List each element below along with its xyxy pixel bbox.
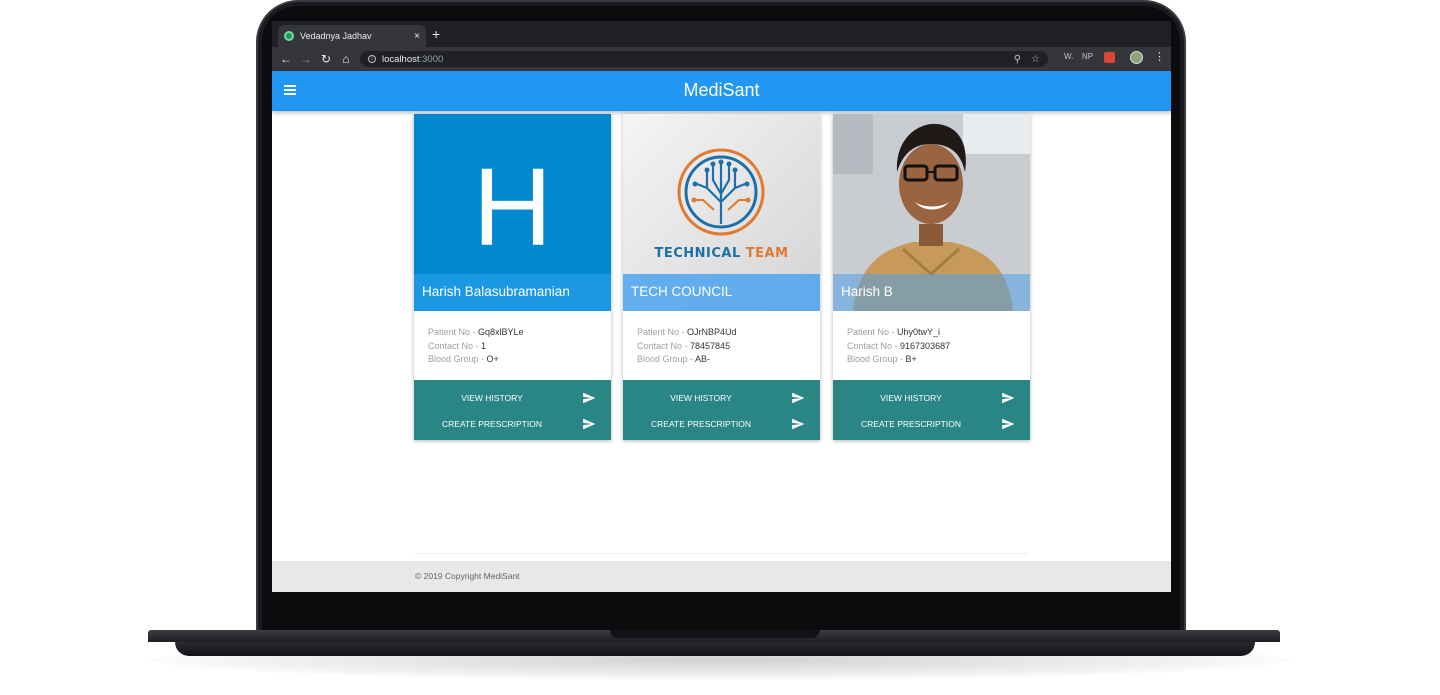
patient-card: Harish B Patient No - Uhy0twY_i Contact …	[833, 114, 1030, 440]
contact-no-label: Contact No -	[428, 340, 482, 351]
blood-group-value: O+	[486, 354, 499, 364]
blood-group-value: B+	[905, 354, 917, 364]
logo-text: TECHNICAL TEAM	[654, 246, 789, 261]
address-bar[interactable]: i localhost :3000 ⚲ ☆	[360, 51, 1048, 67]
extension-w-icon[interactable]: W.	[1064, 52, 1073, 61]
blood-group-label: Blood Group -	[637, 354, 696, 364]
create-prescription-label: CREATE PRESCRIPTION	[651, 419, 751, 429]
info-icon[interactable]: i	[368, 55, 376, 63]
contact-no-label: Contact No -	[847, 340, 901, 351]
blood-group-label: Blood Group -	[847, 354, 906, 364]
view-history-button[interactable]: VIEW HISTORY	[414, 386, 611, 410]
url-port: :3000	[419, 53, 444, 65]
contact-no-value: 9167303687	[900, 340, 951, 351]
patient-no-value: Uhy0twY_i	[897, 327, 941, 337]
profile-avatar-icon[interactable]	[1130, 51, 1143, 64]
patient-no-value: OJrNBP4Ud	[687, 327, 737, 337]
patient-no-label: Patient No -	[428, 327, 479, 337]
patient-details: Patient No - Uhy0twY_i Contact No - 9167…	[847, 326, 950, 367]
patient-card: TECHNICAL TEAM TECH COUNCIL Patient No -…	[623, 114, 820, 440]
view-history-button[interactable]: VIEW HISTORY	[833, 386, 1030, 410]
bookmark-star-icon[interactable]: ☆	[1031, 54, 1040, 65]
patient-details: Patient No - Gq8xlBYLe Contact No - 1 Bl…	[428, 326, 524, 367]
create-prescription-label: CREATE PRESCRIPTION	[442, 419, 542, 429]
contact-no-value: 78457845	[690, 340, 731, 351]
home-icon[interactable]: ⌂	[336, 52, 356, 66]
screen: Vedadnya Jadhav × + ← → ↻ ⌂ i localhost …	[272, 21, 1171, 592]
browser-tab[interactable]: Vedadnya Jadhav ×	[278, 25, 426, 47]
view-history-button[interactable]: VIEW HISTORY	[623, 386, 820, 410]
favicon-icon	[284, 31, 294, 41]
create-prescription-button[interactable]: CREATE PRESCRIPTION	[833, 412, 1030, 436]
tab-title: Vedadnya Jadhav	[300, 31, 372, 41]
extension-icon[interactable]	[1104, 52, 1115, 63]
browser-tab-bar: Vedadnya Jadhav × +	[272, 21, 1171, 47]
send-icon	[792, 392, 805, 404]
divider	[414, 553, 1028, 554]
send-icon	[1002, 392, 1015, 404]
patient-no-value: Gq8xlBYLe	[478, 327, 524, 337]
laptop-base-bottom	[175, 642, 1255, 656]
contact-no-label: Contact No -	[637, 340, 691, 351]
url-host: localhost	[382, 53, 420, 65]
send-icon	[583, 392, 596, 404]
send-icon	[792, 418, 805, 430]
contact-no-value: 1	[481, 340, 487, 351]
zoom-icon[interactable]: ⚲	[1014, 54, 1021, 65]
avatar-letter: H	[472, 146, 553, 269]
copyright-text: © 2019 Copyright MediSant	[415, 571, 520, 581]
laptop-notch	[610, 630, 820, 638]
card-actions: VIEW HISTORY CREATE PRESCRIPTION	[623, 380, 820, 440]
blood-group-label: Blood Group -	[428, 354, 487, 364]
patient-details: Patient No - OJrNBP4Ud Contact No - 7845…	[637, 326, 737, 367]
kebab-menu-icon[interactable]: ⋮	[1154, 50, 1165, 63]
send-icon	[583, 418, 596, 430]
patient-no-label: Patient No -	[847, 327, 898, 337]
extension-np-icon[interactable]: NP	[1082, 52, 1093, 61]
card-actions: VIEW HISTORY CREATE PRESCRIPTION	[414, 380, 611, 440]
forward-arrow-icon[interactable]: →	[296, 52, 316, 66]
view-history-label: VIEW HISTORY	[880, 393, 942, 403]
app-title: MediSant	[683, 80, 760, 100]
app-bar: MediSant	[272, 71, 1171, 111]
card-actions: VIEW HISTORY CREATE PRESCRIPTION	[833, 380, 1030, 440]
back-arrow-icon[interactable]: ←	[276, 52, 296, 66]
view-history-label: VIEW HISTORY	[670, 393, 732, 403]
create-prescription-button[interactable]: CREATE PRESCRIPTION	[414, 412, 611, 436]
close-tab-icon[interactable]: ×	[414, 31, 420, 42]
footer: © 2019 Copyright MediSant	[272, 561, 1171, 592]
new-tab-button[interactable]: +	[432, 27, 440, 41]
blood-group-value: AB-	[695, 354, 711, 364]
patient-card: H Harish Balasubramanian Patient No - Gq…	[414, 114, 611, 440]
send-icon	[1002, 418, 1015, 430]
create-prescription-button[interactable]: CREATE PRESCRIPTION	[623, 412, 820, 436]
patient-name: Harish Balasubramanian	[414, 274, 611, 311]
view-history-label: VIEW HISTORY	[461, 393, 523, 403]
patient-name: TECH COUNCIL	[623, 274, 820, 311]
browser-toolbar: ← → ↻ ⌂ i localhost :3000 ⚲ ☆ W. NP ⋮	[272, 47, 1171, 71]
patient-name: Harish B	[833, 274, 1030, 311]
patient-no-label: Patient No -	[637, 327, 688, 337]
create-prescription-label: CREATE PRESCRIPTION	[861, 419, 961, 429]
reload-icon[interactable]: ↻	[316, 52, 336, 66]
app: MediSant H Harish Balasubramanian Patien…	[272, 71, 1171, 592]
